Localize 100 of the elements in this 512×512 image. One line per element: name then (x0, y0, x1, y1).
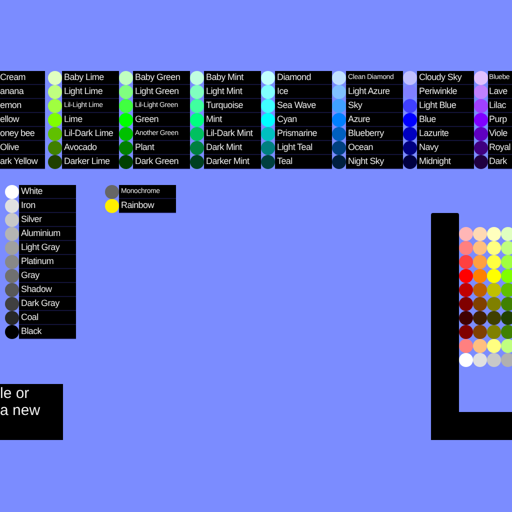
color-swatch[interactable] (119, 85, 133, 99)
color-name[interactable]: Midnight (417, 155, 474, 169)
color-name[interactable]: Green (133, 113, 190, 127)
color-swatch[interactable] (473, 269, 487, 283)
color-name[interactable]: Baby Mint (204, 71, 261, 85)
color-swatch[interactable] (501, 297, 512, 311)
color-name[interactable]: Lilac (488, 99, 512, 113)
color-swatch[interactable] (501, 283, 512, 297)
color-name[interactable]: Turquoise (204, 99, 261, 113)
color-swatch[interactable] (487, 255, 501, 269)
color-swatch[interactable] (5, 255, 19, 269)
color-swatch[interactable] (487, 297, 501, 311)
color-swatch[interactable] (190, 71, 204, 85)
color-name[interactable]: ellow (0, 113, 45, 127)
color-swatch[interactable] (190, 127, 204, 141)
color-swatch[interactable] (459, 255, 473, 269)
color-swatch[interactable] (501, 339, 512, 353)
color-swatch[interactable] (105, 185, 119, 199)
color-swatch[interactable] (474, 141, 488, 155)
color-name[interactable]: Periwinkle (417, 85, 474, 99)
color-swatch[interactable] (459, 353, 473, 367)
color-swatch[interactable] (459, 269, 473, 283)
color-name[interactable]: Dark Mint (204, 141, 261, 155)
color-name[interactable]: Cloudy Sky (417, 71, 474, 85)
color-swatch[interactable] (474, 113, 488, 127)
color-name[interactable]: Baby Lime (62, 71, 119, 85)
color-name[interactable]: oney bee (0, 127, 45, 141)
color-name[interactable]: Dark Gray (19, 297, 76, 311)
color-name[interactable]: Light Azure (346, 85, 403, 99)
color-name[interactable]: Ice (275, 85, 332, 99)
color-swatch[interactable] (119, 99, 133, 113)
color-swatch[interactable] (487, 269, 501, 283)
color-swatch[interactable] (487, 339, 501, 353)
color-swatch[interactable] (48, 155, 62, 169)
color-name[interactable]: Mint (204, 113, 261, 127)
color-name[interactable]: Cyan (275, 113, 332, 127)
color-swatch[interactable] (332, 155, 346, 169)
color-name[interactable]: Platinum (19, 255, 76, 269)
color-swatch[interactable] (473, 297, 487, 311)
color-name[interactable]: Lave (488, 85, 512, 99)
color-name[interactable]: Coal (19, 311, 76, 325)
color-swatch[interactable] (501, 269, 512, 283)
color-name[interactable]: Light Mint (204, 85, 261, 99)
color-name[interactable]: Silver (19, 213, 76, 227)
color-name[interactable]: White (19, 185, 76, 199)
color-swatch[interactable] (48, 141, 62, 155)
color-name[interactable]: anana (0, 85, 45, 99)
color-swatch[interactable] (474, 127, 488, 141)
color-swatch[interactable] (403, 71, 417, 85)
color-name[interactable]: Gray (19, 269, 76, 283)
color-swatch[interactable] (501, 325, 512, 339)
color-swatch[interactable] (119, 155, 133, 169)
color-swatch[interactable] (474, 71, 488, 85)
color-swatch[interactable] (501, 255, 512, 269)
color-swatch[interactable] (119, 127, 133, 141)
color-swatch[interactable] (5, 199, 19, 213)
color-swatch[interactable] (190, 113, 204, 127)
color-swatch[interactable] (487, 311, 501, 325)
color-name[interactable]: Light Green (133, 85, 190, 99)
color-swatch[interactable] (5, 241, 19, 255)
color-name[interactable]: Diamond (275, 71, 332, 85)
color-swatch[interactable] (473, 339, 487, 353)
color-name[interactable]: Avocado (62, 141, 119, 155)
color-name[interactable]: Darker Lime (62, 155, 119, 169)
color-swatch[interactable] (119, 71, 133, 85)
color-swatch[interactable] (473, 283, 487, 297)
color-swatch[interactable] (332, 71, 346, 85)
color-swatch[interactable] (119, 113, 133, 127)
color-swatch[interactable] (190, 141, 204, 155)
color-name[interactable]: Cream (0, 71, 45, 85)
color-swatch[interactable] (459, 339, 473, 353)
color-swatch[interactable] (459, 283, 473, 297)
color-swatch[interactable] (403, 141, 417, 155)
color-swatch[interactable] (403, 127, 417, 141)
color-swatch[interactable] (473, 227, 487, 241)
color-swatch[interactable] (501, 227, 512, 241)
color-swatch[interactable] (474, 155, 488, 169)
color-swatch[interactable] (459, 311, 473, 325)
color-swatch[interactable] (501, 241, 512, 255)
color-swatch[interactable] (459, 241, 473, 255)
color-swatch[interactable] (474, 99, 488, 113)
color-swatch[interactable] (5, 213, 19, 227)
color-name[interactable]: Lime (62, 113, 119, 127)
color-swatch[interactable] (48, 113, 62, 127)
color-swatch[interactable] (487, 283, 501, 297)
color-swatch[interactable] (487, 227, 501, 241)
color-name[interactable]: Lil-Dark Mint (204, 127, 261, 141)
color-swatch[interactable] (473, 325, 487, 339)
color-name[interactable]: Iron (19, 199, 76, 213)
color-name[interactable]: Prismarine (275, 127, 332, 141)
color-name[interactable]: Olive (0, 141, 45, 155)
color-swatch[interactable] (190, 155, 204, 169)
color-swatch[interactable] (261, 141, 275, 155)
color-name[interactable]: Royal (488, 141, 512, 155)
color-swatch[interactable] (403, 99, 417, 113)
color-name[interactable]: Ocean (346, 141, 403, 155)
color-name[interactable]: Aluminium (19, 227, 76, 241)
color-name[interactable]: Darker Mint (204, 155, 261, 169)
color-name[interactable]: Plant (133, 141, 190, 155)
color-name[interactable]: Sea Wave (275, 99, 332, 113)
